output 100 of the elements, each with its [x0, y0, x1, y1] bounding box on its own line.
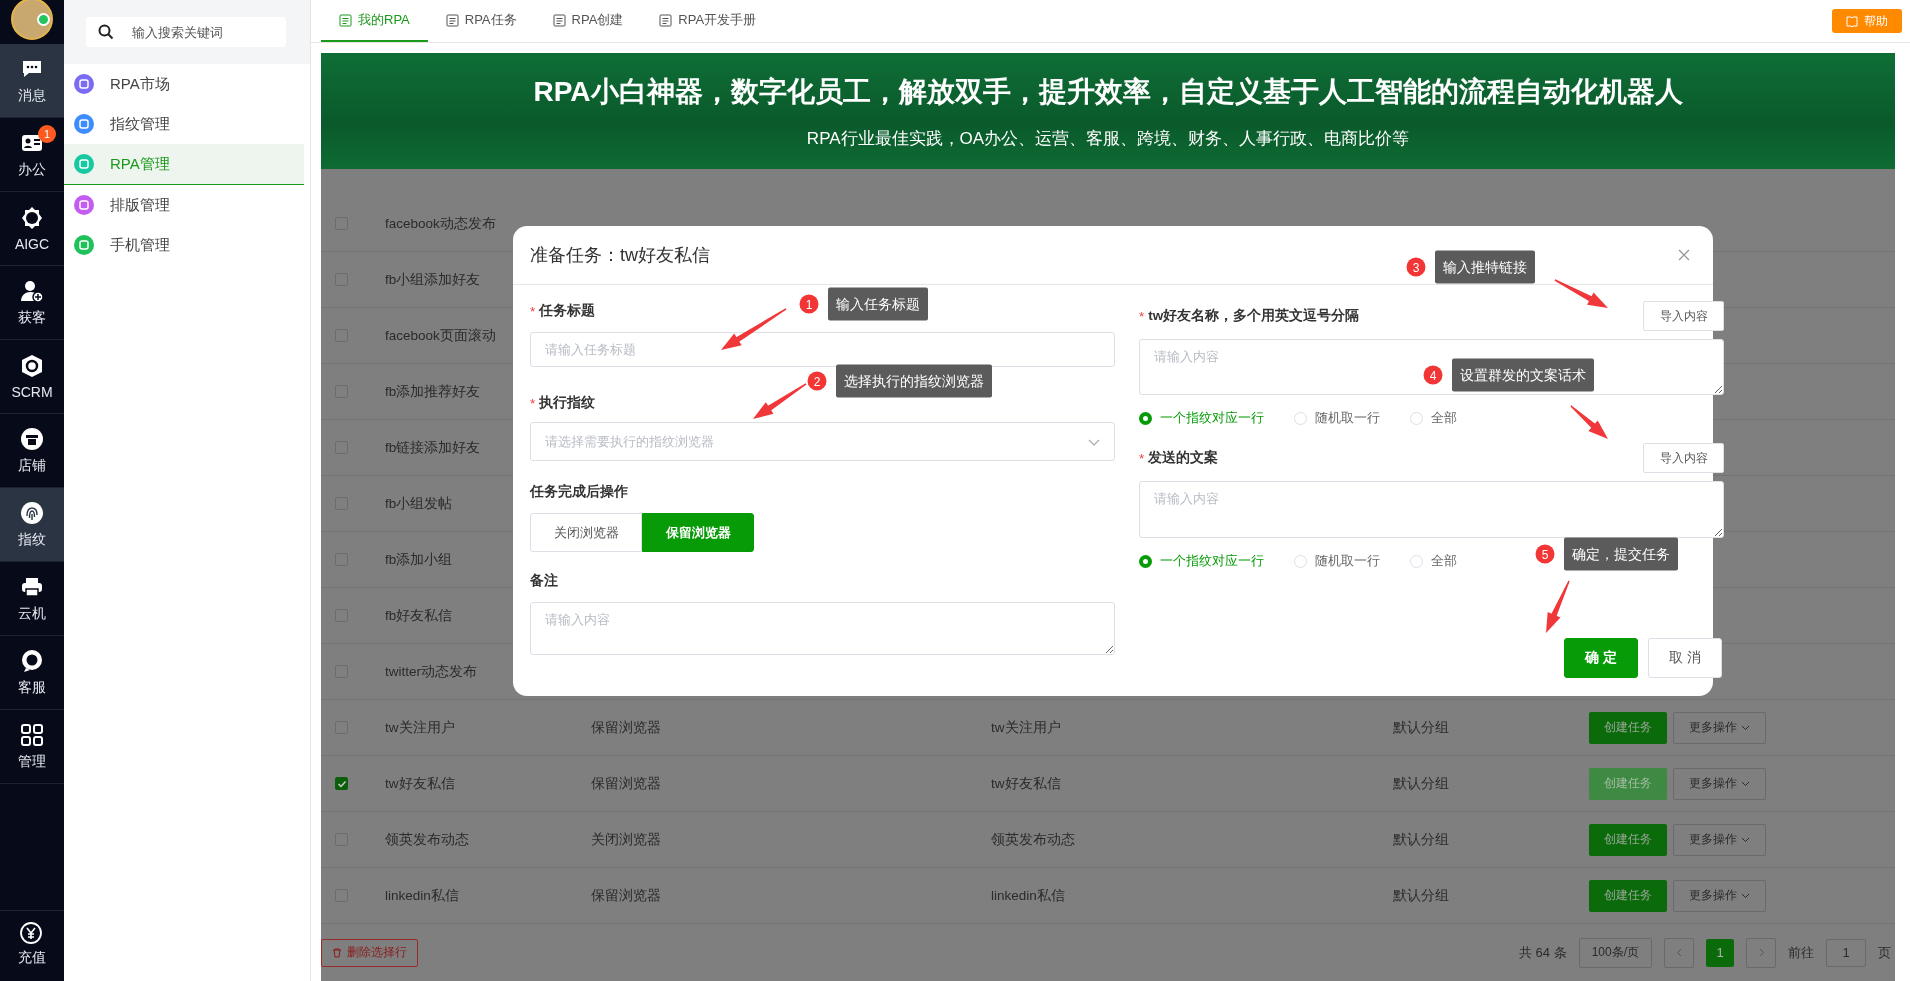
- hexagon-icon: [20, 353, 44, 378]
- more-actions-button[interactable]: 更多操作: [1673, 711, 1766, 744]
- chat-ai-icon: [20, 648, 44, 673]
- table-cell: 默认分组: [1393, 886, 1449, 905]
- radio-option[interactable]: 全部: [1410, 552, 1457, 570]
- cancel-button[interactable]: 取 消: [1648, 638, 1722, 678]
- sidebar-item[interactable]: 指纹管理: [64, 104, 304, 144]
- total-count: 共 64 条: [1518, 943, 1567, 962]
- table-cell: 领英发布动态: [991, 830, 1075, 849]
- callout-label: 确定，提交任务: [1564, 537, 1678, 571]
- radio-option[interactable]: 随机取一行: [1294, 552, 1380, 570]
- grid-icon: [20, 722, 44, 747]
- content-field[interactable]: 请输入内容: [1139, 481, 1724, 538]
- table-cell: tw好友私信: [991, 774, 1061, 793]
- chevron-down-icon: [1741, 891, 1750, 900]
- rail-item[interactable]: 指纹: [0, 488, 64, 562]
- yen-icon: [20, 921, 44, 945]
- field-label: 任务完成后操作: [530, 483, 628, 501]
- step-number: 2: [807, 371, 827, 391]
- table-cell: tw好友私信: [385, 774, 455, 793]
- table-cell: 保留浏览器: [591, 718, 661, 737]
- avatar[interactable]: [11, 0, 53, 40]
- field-label: * tw好友名称，多个用英文逗号分隔: [1139, 307, 1360, 325]
- tab[interactable]: RPA开发手册: [641, 0, 775, 42]
- document-icon: [659, 13, 673, 27]
- sidebar-item[interactable]: RPA管理: [64, 144, 304, 185]
- rail-item[interactable]: 消息: [0, 44, 64, 118]
- table-cell: 默认分组: [1393, 718, 1449, 737]
- arrow: [1546, 580, 1570, 633]
- document-icon: [445, 13, 459, 27]
- table-cell: 保留浏览器: [591, 886, 661, 905]
- table-cell: tw关注用户: [991, 718, 1061, 737]
- note-field[interactable]: 请输入内容: [530, 602, 1115, 655]
- table-cell: fb添加小组: [385, 550, 453, 569]
- table-cell: fb小组发帖: [385, 494, 453, 513]
- table-cell: fb链接添加好友: [385, 438, 481, 457]
- table-cell: tw关注用户: [385, 718, 455, 737]
- arrow: [753, 383, 807, 419]
- more-actions-button[interactable]: 更多操作: [1673, 879, 1766, 912]
- count-badge: 1: [38, 125, 56, 143]
- step-number: 1: [799, 294, 819, 314]
- goto-label: 前往: [1788, 943, 1814, 962]
- store-icon: [20, 426, 44, 451]
- chevron-down-icon: [1741, 779, 1750, 788]
- callout-label: 输入任务标题: [828, 287, 928, 321]
- book-icon: [1846, 15, 1858, 27]
- segment-option[interactable]: 关闭浏览器: [530, 513, 642, 552]
- more-actions-button[interactable]: 更多操作: [1673, 823, 1766, 856]
- radio-option[interactable]: 一个指纹对应一行: [1139, 409, 1264, 427]
- import-button[interactable]: 导入内容: [1643, 443, 1724, 473]
- callout-label: 设置群发的文案话术: [1452, 358, 1594, 392]
- arrow: [1554, 279, 1608, 308]
- radio-option[interactable]: 随机取一行: [1294, 409, 1380, 427]
- table-cell: 默认分组: [1393, 774, 1449, 793]
- page-unit: 页: [1878, 943, 1891, 962]
- ai-badge-icon: [20, 205, 44, 230]
- table-cell: 领英发布动态: [385, 830, 469, 849]
- banner-subtitle: RPA行业最佳实践，OA办公、运营、客服、跨境、财务、人事行政、电商比价等: [806, 127, 1410, 150]
- table-cell: facebook动态发布: [385, 214, 496, 233]
- table-cell: twitter动态发布: [385, 662, 477, 681]
- sidebar-item[interactable]: RPA市场: [64, 64, 304, 104]
- row-checkbox[interactable]: [335, 777, 348, 790]
- radio-option[interactable]: 一个指纹对应一行: [1139, 552, 1264, 570]
- table-cell: 默认分组: [1393, 830, 1449, 849]
- previous-page-icon[interactable]: [1664, 937, 1694, 968]
- chevron-down-icon: [1741, 723, 1750, 732]
- field-label: * 执行指纹: [530, 394, 596, 412]
- more-actions-button[interactable]: 更多操作: [1673, 767, 1766, 800]
- document-icon: [339, 13, 352, 27]
- callout-label: 选择执行的指纹浏览器: [836, 364, 992, 398]
- page-field[interactable]: 1: [1826, 938, 1866, 967]
- sidebar-item[interactable]: 手机管理: [64, 225, 304, 265]
- close-icon[interactable]: [1677, 248, 1691, 262]
- search-field[interactable]: 输入搜索关键词: [86, 17, 286, 47]
- tab[interactable]: RPA创建: [534, 0, 642, 42]
- sidebar-item[interactable]: 排版管理: [64, 185, 304, 225]
- tab[interactable]: RPA任务: [427, 0, 535, 42]
- arrow: [1570, 405, 1608, 439]
- table-cell: facebook页面滚动: [385, 326, 496, 345]
- page-size-select[interactable]: 100条/页: [1578, 937, 1652, 968]
- arrow: [721, 308, 787, 350]
- table-cell: linkedin私信: [991, 886, 1065, 905]
- field-label: * 任务标题: [530, 302, 596, 320]
- field-label: 备注: [530, 572, 558, 590]
- segment-option[interactable]: 保留浏览器: [642, 513, 754, 552]
- step-number: 3: [1406, 257, 1426, 277]
- task-title-field[interactable]: 请输入任务标题: [530, 332, 1115, 367]
- radio-option[interactable]: 全部: [1410, 409, 1457, 427]
- table-cell: fb好友私信: [385, 606, 453, 625]
- next-page-icon[interactable]: [1746, 937, 1776, 968]
- fingerprint-icon: [20, 500, 44, 525]
- document-icon: [552, 13, 566, 27]
- confirm-button[interactable]: 确 定: [1564, 638, 1638, 678]
- table-cell: 关闭浏览器: [591, 830, 661, 849]
- import-button[interactable]: 导入内容: [1643, 301, 1724, 331]
- table-cell: fb添加推荐好友: [385, 382, 481, 401]
- banner-title: RPA小白神器，数字化员工，解放双手，提升效率，自定义基于人工智能的流程自动化机器人: [533, 74, 1683, 109]
- table-cell: 保留浏览器: [591, 774, 661, 793]
- table-cell: fb小组添加好友: [385, 270, 481, 289]
- tab[interactable]: 我的RPA: [321, 0, 428, 42]
